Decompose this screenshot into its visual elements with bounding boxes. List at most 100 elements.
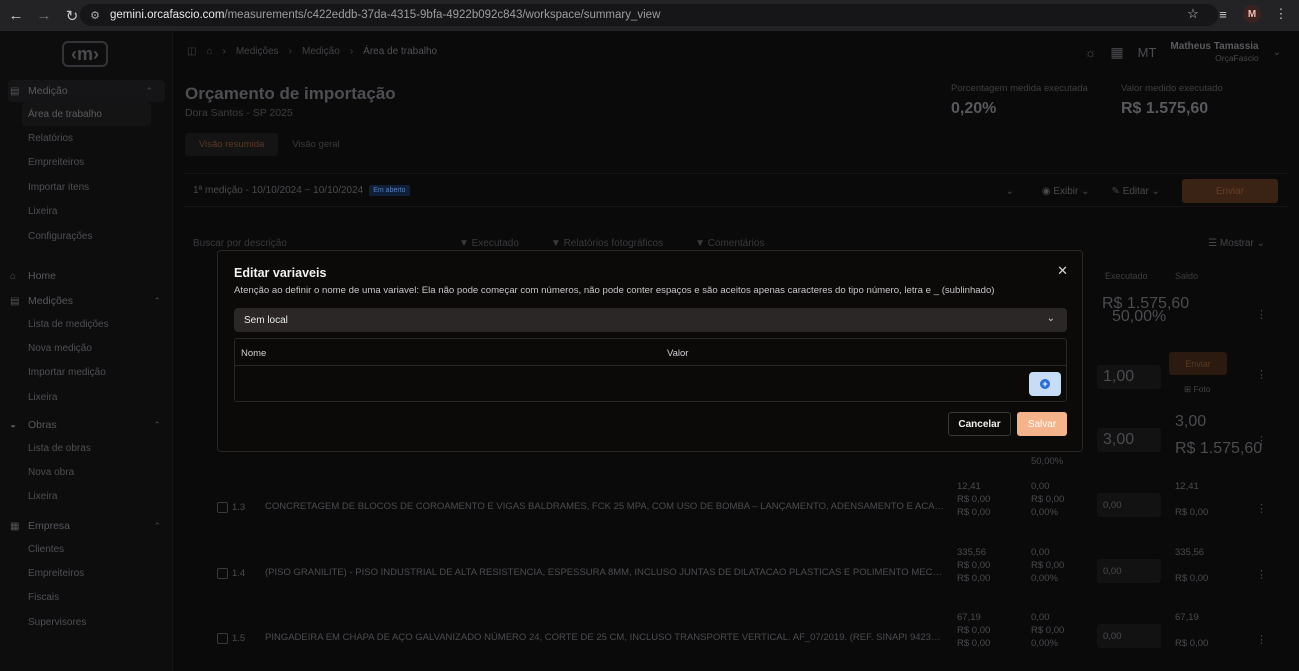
search-input[interactable]: Buscar por descrição bbox=[193, 238, 287, 249]
breadcrumb-medicoes[interactable]: Medições bbox=[236, 46, 279, 57]
sidebar-group-medicoes: ▤ Medições ⌃ Lista de medições Nova mediçã… bbox=[0, 290, 173, 410]
apps-grid-icon[interactable]: ▦ bbox=[1110, 44, 1123, 61]
table-row: 1.5 PINGADEIRA EM CHAPA DE AÇO GALVANIZA… bbox=[183, 611, 1288, 667]
sidebar-item-empreiteiros-empresa[interactable]: Empreiteiros bbox=[0, 561, 173, 585]
row-enviar-button[interactable]: Enviar bbox=[1169, 352, 1227, 375]
user-info[interactable]: Matheus Tamassia OrçaFascio bbox=[1170, 41, 1258, 63]
avatar[interactable]: MT bbox=[1138, 45, 1157, 60]
row-checkbox[interactable] bbox=[217, 568, 228, 579]
row-menu-icon[interactable]: ⋮ bbox=[1256, 308, 1267, 321]
address-bar[interactable]: ⚙ gemini.orcafascio.com/measurements/c42… bbox=[80, 4, 1218, 26]
forward-icon[interactable]: → bbox=[32, 4, 56, 28]
sidebar-item-nova-obra[interactable]: Nova obra bbox=[0, 460, 173, 484]
sidebar-item-lista-medicoes[interactable]: Lista de medições bbox=[0, 312, 173, 336]
prev-cell: 0,00 R$ 0,00 0,00% bbox=[1031, 480, 1064, 519]
saldo-value: R$ 0,00 bbox=[1175, 507, 1209, 518]
exec-input[interactable]: 1,00 bbox=[1097, 365, 1161, 389]
home-icon[interactable]: ⌂ bbox=[206, 46, 212, 57]
sidebar-head-empresa[interactable]: ▦ Empresa ⌃ bbox=[0, 515, 173, 537]
user-name: Matheus Tamassia bbox=[1170, 41, 1259, 52]
media-control-icon[interactable]: ≡ bbox=[1213, 4, 1233, 24]
sidebar-item-importar-medicao[interactable]: Importar medição bbox=[0, 361, 173, 385]
profile-avatar[interactable]: M bbox=[1243, 5, 1261, 23]
enviar-button[interactable]: Enviar bbox=[1182, 179, 1278, 203]
row-description: (PISO GRANILITE) - PISO INDUSTRIAL DE AL… bbox=[265, 567, 945, 578]
sidebar-item-relatorios[interactable]: Relatórios bbox=[0, 126, 173, 150]
mostrar-button[interactable]: ☰ Mostrar ⌄ bbox=[1208, 238, 1265, 249]
sidebar-item-lista-obras[interactable]: Lista de obras bbox=[0, 436, 173, 460]
sidebar-item-supervisores[interactable]: Supervisores bbox=[0, 610, 173, 634]
exec-input[interactable]: 0,00 bbox=[1097, 493, 1161, 517]
measurement-select[interactable]: 1ª medição - 10/10/2024 ~ 10/10/2024 Em … bbox=[193, 185, 410, 196]
filter-executado[interactable]: ▼ Executado bbox=[459, 238, 519, 249]
sidebar-item-lixeira-obras[interactable]: Lixeira bbox=[0, 485, 173, 509]
url-path: /measurements/c422eddb-37da-4315-9bfa-49… bbox=[224, 9, 661, 21]
row-menu-icon[interactable]: ⋮ bbox=[1256, 434, 1267, 447]
sidebar-head-obras[interactable]: ◒ Obras ⌃ bbox=[0, 414, 173, 436]
exec-input[interactable]: 3,00 bbox=[1097, 428, 1161, 452]
site-info-icon[interactable]: ⚙ bbox=[88, 8, 102, 22]
breadcrumb-separator-icon: › bbox=[349, 46, 354, 57]
sidebar-item-lixeira-medicoes[interactable]: Lixeira bbox=[0, 385, 173, 409]
back-icon[interactable]: ← bbox=[4, 4, 28, 28]
cell-line: R$ 0,00 bbox=[1031, 560, 1065, 571]
kpi-percent: Porcentagem medida executada 0,20% bbox=[951, 83, 1088, 118]
row-checkbox[interactable] bbox=[217, 502, 228, 513]
cell-line: 335,56 bbox=[957, 547, 987, 558]
sidebar-head-home[interactable]: ⌂ Home bbox=[0, 265, 173, 287]
menu-kebab-icon[interactable]: ⋮ bbox=[1271, 4, 1291, 24]
breadcrumb-current: Área de trabalho bbox=[363, 46, 438, 57]
sidebar-item-nova-medicao[interactable]: Nova medição bbox=[0, 336, 173, 360]
sidebar-item-fiscais[interactable]: Fiscais bbox=[0, 586, 173, 610]
sidebar-item-lixeira[interactable]: Lixeira bbox=[0, 200, 173, 224]
document-icon: ▤ bbox=[10, 85, 20, 97]
sidebar-group-empresa: ▦ Empresa ⌃ Clientes Empreiteiros Fiscais … bbox=[0, 515, 173, 635]
foto-button[interactable]: ⊞ Foto bbox=[1184, 384, 1211, 395]
kpi-label: Valor medido executado bbox=[1121, 83, 1223, 94]
eye-icon: ◉ bbox=[1041, 185, 1051, 197]
prev-cell: 0,00 R$ 0,00 0,00% bbox=[1031, 611, 1064, 650]
sidebar-item-configuracoes[interactable]: Configurações bbox=[0, 224, 173, 248]
exec-input[interactable]: 0,00 bbox=[1097, 559, 1161, 583]
top-exec-cell: R$ 1.575,60 50,00% bbox=[1102, 296, 1189, 325]
sidebar-item-empreiteiros[interactable]: Empreiteiros bbox=[0, 151, 173, 175]
row-description: PINGADEIRA EM CHAPA DE AÇO GALVANIZADO N… bbox=[265, 632, 945, 643]
bookmark-star-icon[interactable]: ☆ bbox=[1183, 4, 1203, 24]
sidebar-head-medicoes[interactable]: ▤ Medições ⌃ bbox=[0, 290, 173, 312]
theme-sun-icon[interactable]: ☼ bbox=[1084, 45, 1096, 60]
row-menu-icon[interactable]: ⋮ bbox=[1256, 368, 1267, 381]
saldo-qty: 67,19 bbox=[1175, 612, 1199, 623]
plus-circle-icon: + bbox=[1040, 379, 1050, 389]
funnel-icon: ▼ bbox=[695, 238, 705, 249]
row-menu-icon[interactable]: ⋮ bbox=[1256, 568, 1267, 581]
breadcrumb-medicao[interactable]: Medição bbox=[302, 46, 340, 57]
sidebar-item-clientes[interactable]: Clientes bbox=[0, 537, 173, 561]
cancel-button[interactable]: Cancelar bbox=[948, 412, 1011, 436]
exec-input-value: 3,00 bbox=[1103, 431, 1135, 448]
col-saldo: Saldo bbox=[1175, 271, 1199, 281]
filter-relatorios[interactable]: ▼ Relatórios fotográficos bbox=[551, 238, 663, 249]
chevron-down-icon[interactable]: ⌄ bbox=[1005, 186, 1013, 197]
sidebar-head-medicao[interactable]: ▤ Medição ⌃ bbox=[8, 80, 165, 102]
editar-button[interactable]: ✎ Editar ⌄ bbox=[1112, 186, 1160, 197]
cell-line: R$ 0,00 bbox=[1031, 494, 1065, 505]
sidebar-item-area-de-trabalho[interactable]: Área de trabalho bbox=[22, 102, 151, 127]
row-menu-icon[interactable]: ⋮ bbox=[1256, 502, 1267, 515]
save-button[interactable]: Salvar bbox=[1017, 412, 1067, 436]
add-variable-button[interactable]: + bbox=[1029, 372, 1061, 396]
row-menu-icon[interactable]: ⋮ bbox=[1256, 633, 1267, 646]
filter-comentarios[interactable]: ▼ Comentários bbox=[695, 238, 764, 249]
cell-line: 0,00% bbox=[1031, 573, 1058, 584]
tab-visao-geral[interactable]: Visão geral bbox=[278, 133, 353, 156]
chevron-down-icon: ⌄ bbox=[1046, 313, 1055, 324]
tab-visao-resumida[interactable]: Visão resumida bbox=[185, 133, 279, 156]
exibir-button[interactable]: ◉ Exibir ⌄ bbox=[1042, 186, 1090, 197]
sidebar-item-importar-itens[interactable]: Importar itens bbox=[0, 175, 173, 199]
sidebar-toggle-icon[interactable]: ◫ bbox=[187, 46, 196, 57]
app-logo[interactable]: ‹m› bbox=[62, 41, 108, 67]
row-checkbox[interactable] bbox=[217, 633, 228, 644]
close-icon[interactable]: ✕ bbox=[1057, 263, 1068, 279]
chevron-down-icon[interactable]: ⌄ bbox=[1273, 47, 1281, 58]
location-select[interactable]: Sem local ⌄ bbox=[234, 308, 1067, 332]
exec-input[interactable]: 0,00 bbox=[1097, 624, 1161, 648]
